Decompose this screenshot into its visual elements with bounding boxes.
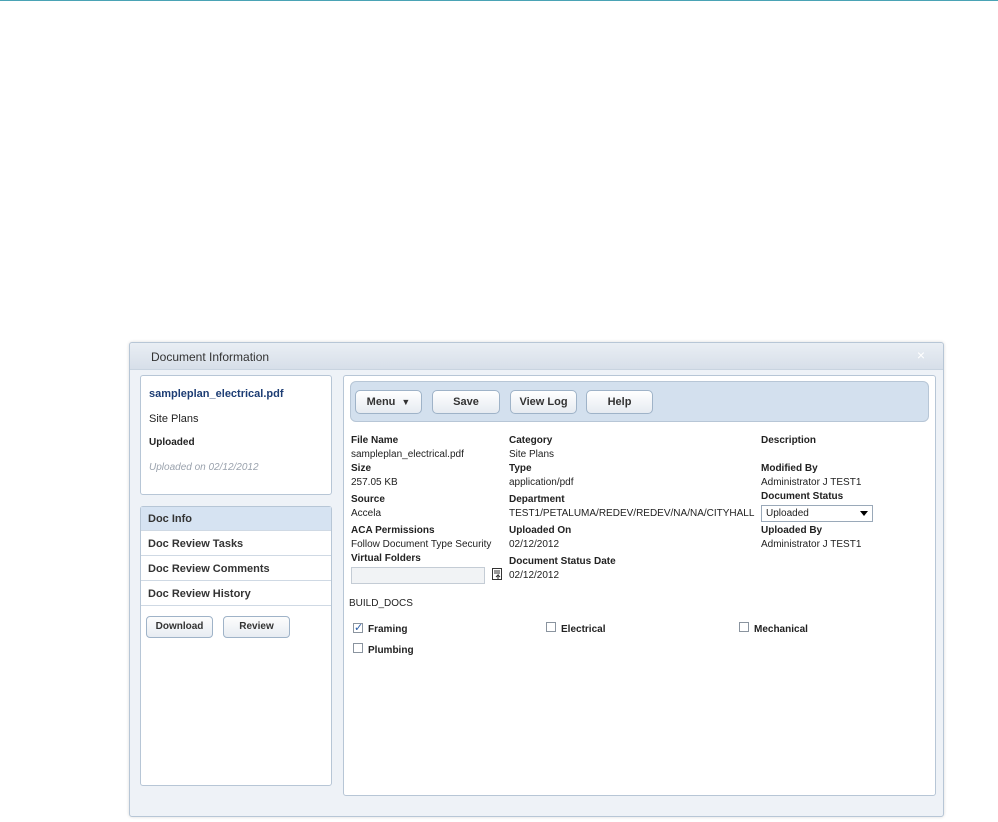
virtual-folders-input[interactable]	[351, 567, 485, 584]
nav-item-doc-review-tasks[interactable]: Doc Review Tasks	[141, 532, 331, 556]
document-information-dialog: Document Information × sampleplan_electr…	[129, 342, 944, 817]
modified-by-value: Administrator J TEST1	[761, 477, 862, 488]
close-icon[interactable]: ×	[917, 348, 925, 362]
plumbing-label: Plumbing	[368, 645, 414, 656]
build-docs-heading: BUILD_DOCS	[349, 598, 413, 609]
department-value: TEST1/PETALUMA/REDEV/REDEV/NA/NA/CITYHAL…	[509, 508, 755, 519]
size-value: 257.05 KB	[351, 477, 398, 488]
document-status-select[interactable]: Uploaded	[761, 505, 873, 522]
department-label: Department	[509, 494, 565, 505]
type-label: Type	[509, 463, 532, 474]
view-log-button[interactable]: View Log	[510, 390, 577, 414]
document-status-date-value: 02/12/2012	[509, 570, 560, 581]
download-button[interactable]: Download	[146, 616, 213, 638]
summary-status: Uploaded	[149, 437, 195, 448]
document-status-date-label: Document Status Date	[509, 556, 616, 567]
select-arrow-icon	[860, 511, 868, 516]
summary-file-name: sampleplan_electrical.pdf	[149, 388, 284, 400]
dialog-title: Document Information	[151, 350, 270, 364]
toolbar: Menu ▼ Save View Log Help	[350, 381, 929, 422]
uploaded-on-value: 02/12/2012	[509, 539, 560, 550]
source-value: Accela	[351, 508, 382, 519]
check-icon: ✓	[354, 622, 364, 634]
doc-info-panel: Menu ▼ Save View Log Help File Name sampl…	[343, 375, 936, 796]
electrical-label: Electrical	[561, 624, 606, 635]
nav-item-doc-review-comments[interactable]: Doc Review Comments	[141, 557, 331, 581]
description-label: Description	[761, 435, 817, 446]
framing-checkbox[interactable]: ✓	[353, 622, 364, 634]
virtual-folders-label: Virtual Folders	[351, 553, 421, 564]
category-label: Category	[509, 435, 553, 446]
mechanical-checkbox[interactable]	[739, 622, 749, 632]
menu-button-label: Menu	[366, 396, 396, 408]
type-value: application/pdf	[509, 477, 574, 488]
summary-uploaded-on: Uploaded on 02/12/2012	[149, 462, 259, 473]
mechanical-label: Mechanical	[754, 624, 808, 635]
top-rule	[0, 0, 998, 1]
uploaded-on-label: Uploaded On	[509, 525, 572, 536]
plumbing-checkbox[interactable]	[353, 643, 363, 653]
uploaded-by-label: Uploaded By	[761, 525, 823, 536]
electrical-checkbox[interactable]	[546, 622, 556, 632]
folder-picker-icon[interactable]	[492, 568, 504, 581]
uploaded-by-value: Administrator J TEST1	[761, 539, 862, 550]
framing-label: Framing	[368, 624, 408, 635]
aca-permissions-value: Follow Document Type Security	[351, 539, 492, 550]
nav-item-doc-review-history[interactable]: Doc Review History	[141, 582, 331, 606]
save-button[interactable]: Save	[432, 390, 500, 414]
file-name-label: File Name	[351, 435, 399, 446]
review-button[interactable]: Review	[223, 616, 290, 638]
document-summary-panel: sampleplan_electrical.pdf Site Plans Upl…	[140, 375, 332, 495]
document-nav-panel: Doc Info Doc Review Tasks Doc Review Com…	[140, 506, 332, 786]
document-status-selected: Uploaded	[766, 508, 809, 519]
dialog-title-bar[interactable]: Document Information ×	[130, 343, 943, 370]
menu-arrow-icon: ▼	[401, 397, 411, 407]
menu-button[interactable]: Menu ▼	[355, 390, 422, 414]
help-button[interactable]: Help	[586, 390, 653, 414]
nav-item-doc-info[interactable]: Doc Info	[141, 507, 331, 531]
modified-by-label: Modified By	[761, 463, 818, 474]
summary-category: Site Plans	[149, 413, 199, 425]
source-label: Source	[351, 494, 385, 505]
file-name-value: sampleplan_electrical.pdf	[351, 449, 464, 460]
size-label: Size	[351, 463, 372, 474]
document-status-label: Document Status	[761, 491, 844, 502]
aca-permissions-label: ACA Permissions	[351, 525, 435, 536]
category-value: Site Plans	[509, 449, 555, 460]
